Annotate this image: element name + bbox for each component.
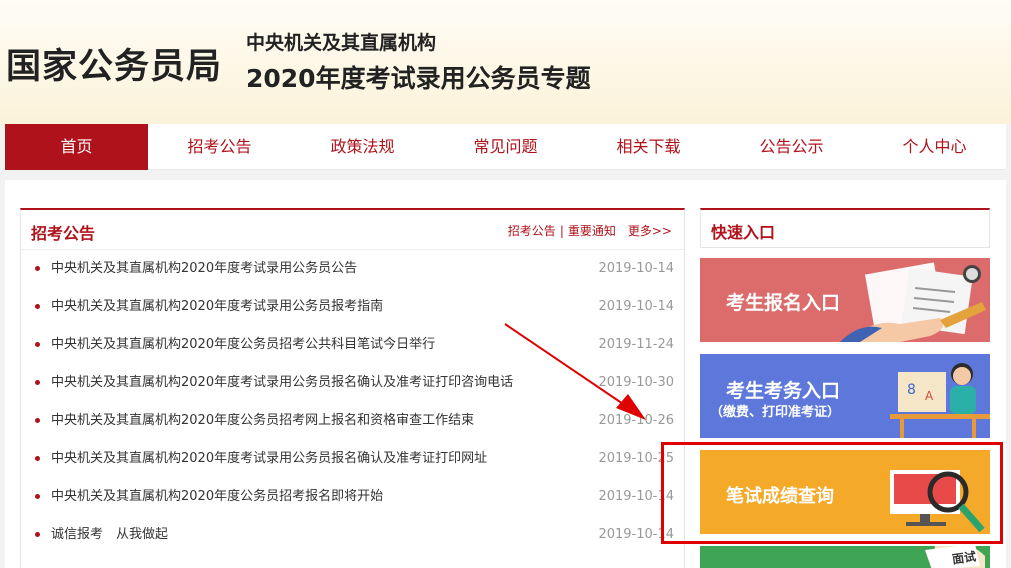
notice-item[interactable]: 中央机关及其直属机构2020年度考试录用公务员报名确认及准考证打印网址 2019-… [21,440,684,478]
notice-item-date: 2019-10-26 [598,413,674,428]
nav-personal-center[interactable]: 个人中心 [863,124,1006,170]
notice-item[interactable]: 中央机关及其直属机构2020年度公务员招考网上报名和资格审查工作结束 2019-1… [21,402,684,440]
interview-entry-button[interactable]: 面试 [700,546,990,568]
notice-item-date: 2019-10-14 [598,261,674,276]
notice-item[interactable]: 中央机关及其直属机构2020年度公务员招考公共科目笔试今日举行 2019-11-2… [21,326,684,364]
bullet-icon [35,532,40,537]
notice-item-title[interactable]: 中央机关及其直属机构2020年度公务员招考网上报名和资格审查工作结束 [51,413,474,428]
bullet-icon [35,304,40,309]
bullet-icon [35,380,40,385]
bullet-icon [35,342,40,347]
candidate-exam-affairs-button[interactable]: 8 A 考生考务入口 （缴费、打印准考证） [700,354,990,438]
nav-faq[interactable]: 常见问题 [434,124,577,170]
bullet-icon [35,456,40,461]
notice-item-title[interactable]: 中央机关及其直属机构2020年度考试录用公务员报名确认及准考证打印咨询电话 [51,375,513,390]
svg-text:A: A [925,389,934,403]
interview-tag: 面试 [951,549,977,567]
main-nav: 首页 招考公告 政策法规 常见问题 相关下载 公告公示 个人中心 [5,124,1006,170]
notice-header: 招考公告 招考公告 | 重要通知 更多>> [21,210,684,250]
bullet-icon [35,266,40,271]
nav-announcements[interactable]: 公告公示 [720,124,863,170]
notice-item[interactable]: 中央机关及其直属机构2020年度考试录用公务员报名确认及准考证打印咨询电话 201… [21,364,684,402]
highlight-box [661,442,1003,544]
site-subtitle-2: 2020年度考试录用公务员专题 [246,64,591,93]
notice-link-important[interactable]: 重要通知 [568,224,616,238]
notice-item-title[interactable]: 中央机关及其直属机构2020年度公务员招考报名即将开始 [51,489,383,504]
notice-title: 招考公告 [31,224,96,243]
notice-item-title[interactable]: 诚信报考 从我做起 [51,527,168,542]
notice-panel: 招考公告 招考公告 | 重要通知 更多>> 中央机关及其直属机构2020年度考试录用公… [20,208,685,568]
interview-illustration-icon [925,546,985,568]
exam-card-sublabel: （缴费、打印准考证） [710,405,841,420]
bullet-icon [35,418,40,423]
nav-policy[interactable]: 政策法规 [291,124,434,170]
register-card-label: 考生报名入口 [726,292,841,314]
notice-item[interactable]: 中央机关及其直属机构2020年度公务员招考报名即将开始 2019-10-14 [21,478,684,516]
quick-entry-title: 快速入口 [711,223,776,242]
quick-entry-header: 快速入口 [700,208,990,248]
notice-more-link[interactable]: 更多>> [628,224,672,238]
notice-item-title[interactable]: 中央机关及其直属机构2020年度考试录用公务员报名确认及准考证打印网址 [51,451,487,466]
bullet-icon [35,494,40,499]
site-subtitle-1: 中央机关及其直属机构 [246,32,437,54]
notice-link-recruit[interactable]: 招考公告 [508,224,556,238]
site-header: 国家公务员局 中央机关及其直属机构 2020年度考试录用公务员专题 [0,0,1011,124]
notice-item[interactable]: 诚信报考 从我做起 2019-10-14 [21,516,684,554]
notice-item-date: 2019-11-24 [598,337,674,352]
notice-item[interactable]: 中央机关及其直属机构2020年度考试录用公务员报考指南 2019-10-14 [21,288,684,326]
notice-item[interactable]: 中央机关及其直属机构2020年度考试录用公务员公告 2019-10-14 [21,250,684,288]
notice-item-title[interactable]: 中央机关及其直属机构2020年度公务员招考公共科目笔试今日举行 [51,337,435,352]
nav-home[interactable]: 首页 [5,124,148,170]
candidate-register-button[interactable]: 考生报名入口 [700,258,990,342]
nav-recruit-notice[interactable]: 招考公告 [148,124,291,170]
exam-card-label: 考生考务入口 [726,380,841,402]
svg-text:8: 8 [907,382,916,398]
site-brand[interactable]: 国家公务员局 [6,38,222,89]
notice-list: 中央机关及其直属机构2020年度考试录用公务员公告 2019-10-14 中央机关… [21,250,684,554]
notice-item-date: 2019-10-30 [598,375,674,390]
notice-item-title[interactable]: 中央机关及其直属机构2020年度考试录用公务员公告 [51,261,357,276]
nav-downloads[interactable]: 相关下载 [577,124,720,170]
notice-links: 招考公告 | 重要通知 更多>> [508,222,672,239]
notice-link-separator: | [559,224,564,238]
notice-item-title[interactable]: 中央机关及其直属机构2020年度考试录用公务员报考指南 [51,299,383,314]
notice-item-date: 2019-10-14 [598,299,674,314]
